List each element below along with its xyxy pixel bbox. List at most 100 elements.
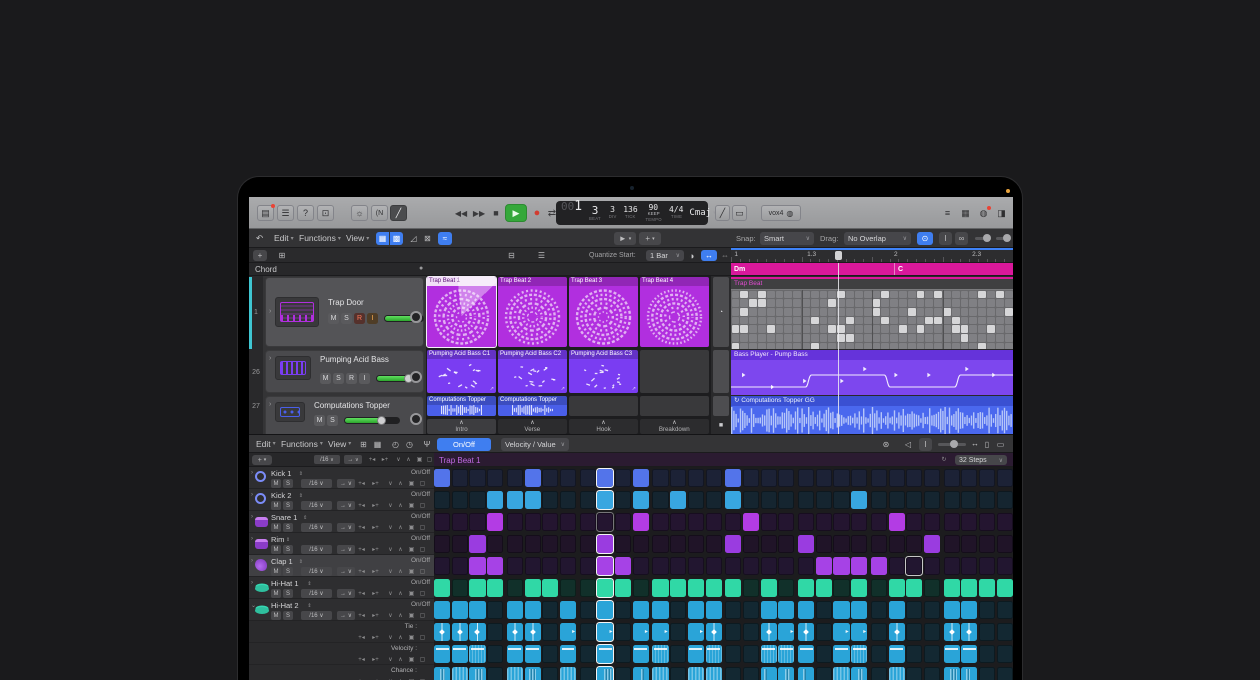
row-up-icon[interactable]: ∧ — [395, 523, 406, 532]
step-cell[interactable] — [525, 645, 541, 663]
step-cell[interactable] — [743, 469, 759, 487]
track-m-button[interactable]: M — [320, 373, 331, 384]
row-division[interactable]: /16 ∨ — [301, 501, 332, 510]
step-cell[interactable]: ▸ — [597, 623, 613, 641]
step-cell[interactable] — [798, 557, 814, 575]
row-insert-right-icon[interactable]: ▸+ — [370, 523, 381, 532]
step-cell[interactable] — [944, 623, 960, 641]
library-icon[interactable]: ▦ — [957, 205, 974, 221]
step-cell[interactable] — [778, 535, 794, 553]
mic-icon[interactable]: Ψ — [421, 438, 433, 451]
edit-mode-dropdown[interactable]: Velocity / Value∨ — [501, 438, 569, 451]
row-up-icon[interactable]: ∧ — [395, 479, 406, 488]
track-i-button[interactable]: I — [359, 373, 370, 384]
step-cell[interactable] — [961, 579, 977, 597]
step-cell[interactable] — [871, 491, 887, 509]
step-cell[interactable] — [778, 579, 794, 597]
contrast-icon[interactable]: ◑ — [689, 248, 694, 263]
row-sq2-icon[interactable]: ▢ — [417, 545, 428, 554]
row-view-toggle[interactable]: ▩ — [390, 232, 403, 245]
step-cell[interactable] — [507, 535, 523, 553]
step-cell[interactable] — [688, 513, 704, 531]
pencil-tool-icon[interactable]: ╱ — [715, 205, 730, 221]
step-cell[interactable] — [560, 667, 576, 680]
step-cell[interactable] — [452, 535, 468, 553]
step-cell[interactable] — [706, 645, 722, 663]
step-cell[interactable] — [979, 513, 995, 531]
step-cell[interactable] — [778, 513, 794, 531]
step-cell[interactable] — [871, 645, 887, 663]
preview-icon[interactable]: ⊛ — [879, 438, 893, 451]
row-name-stepper-icon[interactable]: ⇕ — [299, 493, 303, 499]
step-cell[interactable] — [652, 645, 668, 663]
row-sq1-icon[interactable]: ▣ — [406, 479, 417, 488]
step-cell[interactable] — [997, 579, 1013, 597]
step-cell[interactable] — [851, 667, 867, 680]
step-cell[interactable] — [961, 557, 977, 575]
ss-menu-view[interactable]: View▾ — [328, 435, 351, 452]
step-cell[interactable] — [560, 601, 576, 619]
track-m-button[interactable]: M — [314, 415, 325, 426]
row-solo-button[interactable]: S — [283, 523, 293, 532]
ss-global-div[interactable]: /16 ∨ — [314, 455, 340, 464]
step-cell[interactable] — [525, 579, 541, 597]
ss-menu-functions[interactable]: Functions▾ — [281, 435, 323, 452]
step-cell[interactable] — [597, 557, 613, 575]
scene-trigger-intro[interactable]: ∧Intro — [427, 419, 496, 434]
step-cell[interactable] — [924, 469, 940, 487]
track-r-button[interactable]: R — [346, 373, 357, 384]
track-i-button[interactable]: I — [367, 313, 378, 324]
step-cell[interactable] — [816, 667, 832, 680]
row-solo-button[interactable]: S — [283, 545, 293, 554]
step-cell[interactable] — [469, 601, 485, 619]
step-cell[interactable] — [670, 601, 686, 619]
ss-down-icon[interactable]: ∨ — [394, 455, 403, 464]
track-m-button[interactable]: M — [328, 313, 339, 324]
step-cell[interactable] — [725, 667, 741, 680]
lane-sq2-icon[interactable]: ▢ — [417, 655, 428, 664]
lane-insert-left-icon[interactable]: +◂ — [356, 633, 367, 642]
pencil-icon[interactable]: ╱ — [390, 205, 407, 221]
step-cell[interactable] — [725, 535, 741, 553]
scene-trigger-breakdown[interactable]: ∧Breakdown — [640, 419, 709, 434]
step-cell[interactable] — [670, 579, 686, 597]
step-cell[interactable] — [851, 579, 867, 597]
row-solo-button[interactable]: S — [283, 479, 293, 488]
row-disclosure-icon[interactable]: › — [251, 536, 253, 542]
row-insert-right-icon[interactable]: ▸+ — [370, 479, 381, 488]
step-cell[interactable] — [452, 667, 468, 680]
step-cell[interactable] — [542, 601, 558, 619]
scene-trigger-hook[interactable]: ∧Hook — [569, 419, 638, 434]
step-cell[interactable] — [542, 623, 558, 641]
step-cell[interactable] — [542, 667, 558, 680]
row-up-icon[interactable]: ∧ — [395, 501, 406, 510]
row-header-hi-hat-2[interactable]: ⌄Hi-Hat 2⇕On/OffMS/16 ∨→ ∨+◂▸+∨∧▣▢ — [249, 599, 434, 621]
lane-sq1-icon[interactable]: ▣ — [406, 633, 417, 642]
row-mute-button[interactable]: M — [271, 479, 281, 488]
step-cell[interactable] — [997, 557, 1013, 575]
step-cell[interactable] — [560, 557, 576, 575]
output-icon[interactable]: ◨ — [993, 205, 1010, 221]
step-cell[interactable] — [507, 579, 523, 597]
step-cell[interactable] — [761, 469, 777, 487]
step-cell[interactable] — [633, 491, 649, 509]
step-cell[interactable] — [597, 513, 613, 531]
row-playmode[interactable]: → ∨ — [337, 501, 355, 510]
step-cell[interactable] — [542, 513, 558, 531]
step-cell[interactable] — [725, 557, 741, 575]
step-cell[interactable] — [944, 513, 960, 531]
step-cell[interactable] — [997, 623, 1013, 641]
catch-playhead-button[interactable]: ⊙ — [917, 232, 933, 245]
step-cell[interactable] — [580, 645, 596, 663]
step-cell[interactable] — [924, 557, 940, 575]
ll-menu-edit[interactable]: Edit▾ — [274, 229, 294, 247]
step-cell[interactable] — [560, 579, 576, 597]
disclosure-icon[interactable]: › — [269, 308, 271, 315]
step-cell[interactable] — [944, 601, 960, 619]
step-cell[interactable] — [743, 667, 759, 680]
step-cell[interactable] — [487, 601, 503, 619]
step-cell[interactable] — [833, 579, 849, 597]
step-cell[interactable] — [469, 469, 485, 487]
step-cell[interactable] — [452, 601, 468, 619]
step-cell[interactable] — [889, 491, 905, 509]
